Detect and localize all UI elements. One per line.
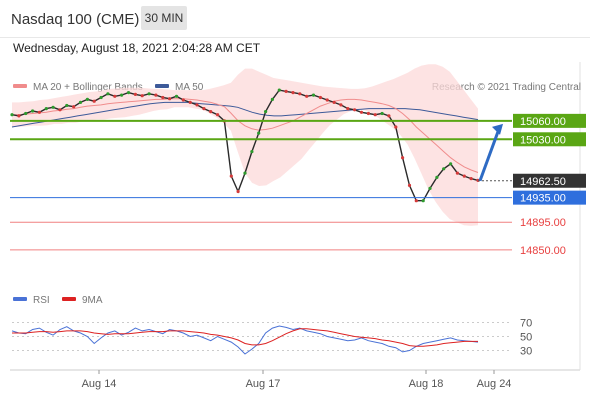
price-point xyxy=(92,99,96,103)
price-point xyxy=(455,171,459,175)
price-point xyxy=(202,107,206,111)
x-tick-label: Aug 24 xyxy=(477,378,512,390)
price-point xyxy=(462,174,466,178)
price-point xyxy=(229,174,233,178)
price-point xyxy=(174,94,179,98)
price-point xyxy=(366,111,370,116)
price-point xyxy=(257,131,261,135)
price-point xyxy=(250,150,254,154)
price-point xyxy=(243,171,247,175)
price-point xyxy=(325,98,329,102)
x-axis: Aug 14 Aug 17 Aug 18 Aug 24 xyxy=(82,370,512,390)
ma50-legend-swatch xyxy=(155,84,169,88)
price-point xyxy=(181,98,185,102)
rsi-legend: RSI 9MA xyxy=(13,295,103,306)
price-point xyxy=(17,114,21,118)
price-point xyxy=(154,93,158,97)
x-tick-label: Aug 14 xyxy=(82,378,117,390)
price-point xyxy=(85,97,89,101)
price-point xyxy=(161,95,165,100)
price-point xyxy=(346,107,350,111)
price-point xyxy=(387,114,391,118)
ma9-legend-swatch xyxy=(62,297,76,301)
price-point xyxy=(10,113,14,117)
price-point xyxy=(380,111,384,116)
price-point xyxy=(120,93,124,97)
x-tick-label: Aug 18 xyxy=(409,378,444,390)
rsi-legend-swatch xyxy=(13,297,27,301)
price-point xyxy=(284,89,288,93)
price-point xyxy=(407,183,412,187)
x-tick-label: Aug 17 xyxy=(246,378,281,390)
price-point xyxy=(51,105,55,109)
rsi-tick-label: 70 xyxy=(520,318,532,330)
price-point xyxy=(353,108,357,112)
price-point xyxy=(113,94,117,98)
price-point xyxy=(99,95,103,100)
level-label: 15060.00 xyxy=(520,116,566,128)
price-point xyxy=(126,91,131,95)
price-point xyxy=(442,167,446,171)
level-label: 14850.00 xyxy=(520,245,566,257)
price-point xyxy=(449,162,453,166)
price-point xyxy=(72,105,76,109)
price-point xyxy=(435,175,439,179)
price-point xyxy=(373,113,377,117)
price-point xyxy=(168,97,172,101)
price-point xyxy=(414,199,418,203)
price-point xyxy=(277,88,281,92)
level-label: 14895.00 xyxy=(520,217,566,229)
rsi-legend-label: RSI xyxy=(33,295,50,306)
projection-arrow-shaft xyxy=(478,128,501,182)
price-point xyxy=(421,199,425,203)
ma9-legend-label: 9MA xyxy=(82,295,103,306)
price-point xyxy=(359,110,364,114)
price-point xyxy=(188,100,192,104)
price-point xyxy=(30,109,35,113)
rsi-tick-label: 30 xyxy=(520,346,532,358)
price-point xyxy=(44,107,48,111)
price-point xyxy=(195,103,199,107)
price-point xyxy=(298,92,302,96)
price-point xyxy=(318,95,322,100)
price-point xyxy=(133,92,137,96)
level-label: 14962.50 xyxy=(520,176,566,188)
price-point xyxy=(305,94,309,98)
price-point xyxy=(24,111,28,116)
price-point xyxy=(332,100,336,104)
price-point xyxy=(140,94,144,98)
bollinger-legend-swatch xyxy=(13,84,27,88)
rsi-line xyxy=(11,325,479,355)
level-label: 15030.00 xyxy=(520,134,566,146)
price-point xyxy=(394,125,398,129)
price-point xyxy=(58,108,62,112)
price-point xyxy=(291,91,295,95)
rsi-tick-label: 50 xyxy=(520,332,532,344)
price-point xyxy=(469,177,473,181)
price-point xyxy=(428,186,432,190)
price-point xyxy=(270,97,274,101)
price-point xyxy=(65,103,69,108)
price-point xyxy=(311,93,316,97)
price-point xyxy=(209,110,213,114)
level-label: 14935.00 xyxy=(520,193,566,205)
price-point xyxy=(264,110,268,114)
price-point xyxy=(339,103,343,107)
price-point xyxy=(147,92,151,96)
rsi-ma9-line xyxy=(12,328,478,347)
price-point xyxy=(401,156,405,160)
rsi-plot-area: 70 50 30 xyxy=(11,318,532,358)
price-point xyxy=(37,110,42,114)
price-point xyxy=(78,100,83,104)
price-point xyxy=(106,92,110,96)
price-point xyxy=(236,189,240,194)
price-point xyxy=(216,113,220,117)
price-chart: MA 20 + Bollinger Bands MA 50 Research ©… xyxy=(10,62,586,390)
